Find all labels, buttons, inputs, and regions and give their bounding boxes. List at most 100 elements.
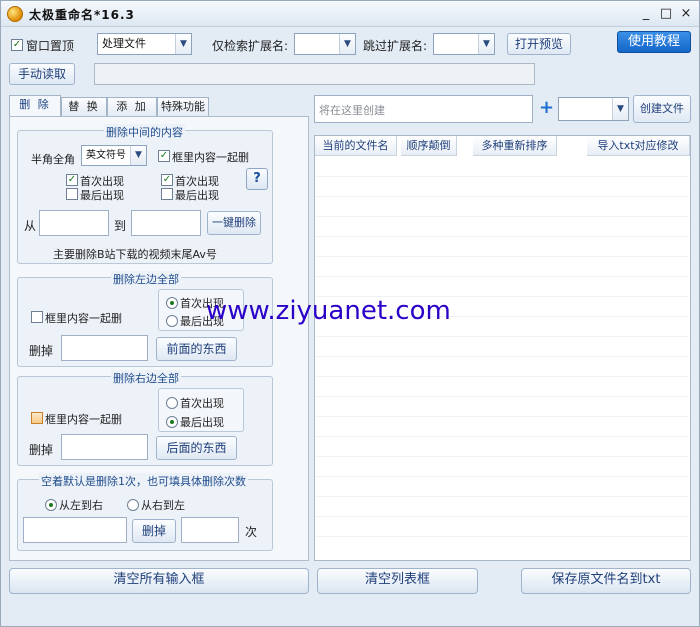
mode-select[interactable]: 处理文件 ▼	[97, 33, 192, 55]
right-first-radio-label: 首次出现	[180, 397, 224, 410]
halfwidth-label: 半角全角	[31, 153, 75, 166]
create-name-placeholder: 将在这里创建	[319, 104, 385, 117]
column-import-txt[interactable]: 导入txt对应修改	[587, 136, 690, 156]
skip-ext-label: 跳过扩展名:	[363, 39, 428, 53]
halfwidth-select-value: 英文符号	[86, 150, 126, 161]
path-display-field[interactable]	[94, 63, 535, 85]
manual-read-button[interactable]: 手动读取	[9, 63, 75, 85]
left-first-radio[interactable]	[166, 297, 178, 309]
from-input[interactable]	[39, 210, 109, 236]
to-input[interactable]	[131, 210, 201, 236]
tab-add[interactable]: 添 加	[107, 97, 157, 117]
create-name-input[interactable]: 将在这里创建	[314, 95, 533, 123]
list-grid-line	[316, 236, 689, 237]
help-button[interactable]: ?	[246, 168, 268, 190]
rtl-label: 从右到左	[141, 499, 185, 512]
one-click-delete-button[interactable]: 一键删除	[207, 211, 261, 235]
middle-bracket-label: 框里内容一起删	[172, 151, 249, 164]
left-first-checkbox[interactable]: ✓	[66, 174, 78, 186]
maximize-icon[interactable]: □	[657, 5, 675, 23]
list-grid-line	[316, 176, 689, 177]
left-cut-label: 删掉	[29, 344, 54, 358]
file-list-view[interactable]: 当前的文件名 顺序颠倒 多种重新排序 导入txt对应修改	[314, 135, 691, 561]
right-delete-button[interactable]: 后面的东西	[156, 436, 237, 460]
count-times-input[interactable]	[181, 517, 239, 543]
left-last-checkbox[interactable]	[66, 188, 78, 200]
mode-select-value: 处理文件	[102, 37, 146, 50]
right-bracket-checkbox[interactable]	[31, 412, 43, 424]
ltr-radio[interactable]	[45, 499, 57, 511]
column-reverse-order[interactable]: 顺序颠倒	[401, 136, 457, 156]
clear-inputs-button[interactable]: 清空所有输入框	[9, 568, 309, 594]
right-last-radio[interactable]	[166, 416, 178, 428]
list-grid-line	[316, 436, 689, 437]
list-grid-line	[316, 356, 689, 357]
list-grid-line	[316, 196, 689, 197]
to-label: 到	[114, 219, 127, 233]
tab-replace[interactable]: 替 换	[61, 97, 107, 117]
list-grid-line	[316, 416, 689, 417]
title-bar[interactable]: 太极重命名*16.3 _ □ ×	[1, 1, 699, 27]
count-delete-button[interactable]: 删掉	[132, 519, 176, 543]
close-icon[interactable]: ×	[677, 5, 695, 23]
right-bracket-label: 框里内容一起删	[45, 413, 122, 426]
tab-special[interactable]: 特殊功能	[157, 97, 209, 117]
halfwidth-select[interactable]: 英文符号 ▼	[81, 145, 147, 166]
window-title: 太极重命名*16.3	[29, 8, 135, 22]
column-current-name[interactable]: 当前的文件名	[315, 136, 397, 156]
right-last-radio-label: 最后出现	[180, 416, 224, 429]
create-ext-select[interactable]: ▼	[558, 97, 629, 121]
left-bracket-checkbox[interactable]	[31, 311, 43, 323]
times-label: 次	[245, 525, 258, 539]
left-bracket-label: 框里内容一起删	[45, 312, 122, 325]
save-names-txt-button[interactable]: 保存原文件名到txt	[521, 568, 691, 594]
right-last-label: 最后出现	[175, 189, 219, 202]
list-grid-line	[316, 476, 689, 477]
list-grid-line	[316, 536, 689, 537]
plus-icon: +	[539, 97, 555, 118]
chevron-down-icon: ▼	[612, 98, 628, 120]
left-last-radio[interactable]	[166, 315, 178, 327]
left-delete-button[interactable]: 前面的东西	[156, 337, 237, 361]
main-window: 太极重命名*16.3 _ □ × ✓ 窗口置顶 处理文件 ▼ 仅检索扩展名: ▼…	[0, 0, 700, 627]
clear-list-button[interactable]: 清空列表框	[317, 568, 478, 594]
create-file-button[interactable]: 创建文件	[633, 95, 691, 123]
middle-bracket-checkbox[interactable]: ✓	[158, 150, 170, 162]
list-grid-line	[316, 376, 689, 377]
right-cut-label: 删掉	[29, 443, 54, 457]
chevron-down-icon: ▼	[175, 34, 191, 54]
app-logo-icon	[7, 6, 23, 22]
list-grid-line	[316, 276, 689, 277]
column-multi-sort[interactable]: 多种重新排序	[473, 136, 557, 156]
only-ext-label: 仅检索扩展名:	[212, 39, 289, 53]
right-first-checkbox[interactable]: ✓	[161, 174, 173, 186]
list-grid-line	[316, 216, 689, 217]
rtl-radio[interactable]	[127, 499, 139, 511]
list-grid-line	[316, 336, 689, 337]
watermark-text: www.ziyuanet.com	[206, 296, 451, 326]
count-text-input[interactable]	[23, 517, 127, 543]
delete-middle-title: 删除中间的内容	[104, 124, 185, 140]
left-last-label: 最后出现	[80, 189, 124, 202]
right-cut-input[interactable]	[61, 434, 148, 460]
chevron-down-icon: ▼	[130, 146, 146, 165]
tab-delete[interactable]: 删 除	[9, 95, 61, 117]
left-cut-input[interactable]	[61, 335, 148, 361]
right-first-radio[interactable]	[166, 397, 178, 409]
only-ext-select[interactable]: ▼	[294, 33, 356, 55]
minimize-icon[interactable]: _	[637, 5, 655, 23]
ltr-label: 从左到右	[59, 499, 103, 512]
list-grid-line	[316, 456, 689, 457]
chevron-down-icon: ▼	[478, 34, 494, 54]
list-grid-line	[316, 496, 689, 497]
list-grid-line	[316, 396, 689, 397]
list-grid-line	[316, 516, 689, 517]
skip-ext-select[interactable]: ▼	[433, 33, 495, 55]
tutorial-button[interactable]: 使用教程	[617, 31, 691, 53]
topmost-checkbox[interactable]: ✓	[11, 39, 23, 51]
delete-count-title: 空着默认是删除1次，也可填具体删除次数	[39, 473, 248, 489]
right-last-checkbox[interactable]	[161, 188, 173, 200]
open-preview-button[interactable]: 打开预览	[507, 33, 571, 55]
from-label: 从	[24, 219, 37, 233]
middle-note: 主要删除B站下载的视频末尾Av号	[53, 248, 217, 261]
